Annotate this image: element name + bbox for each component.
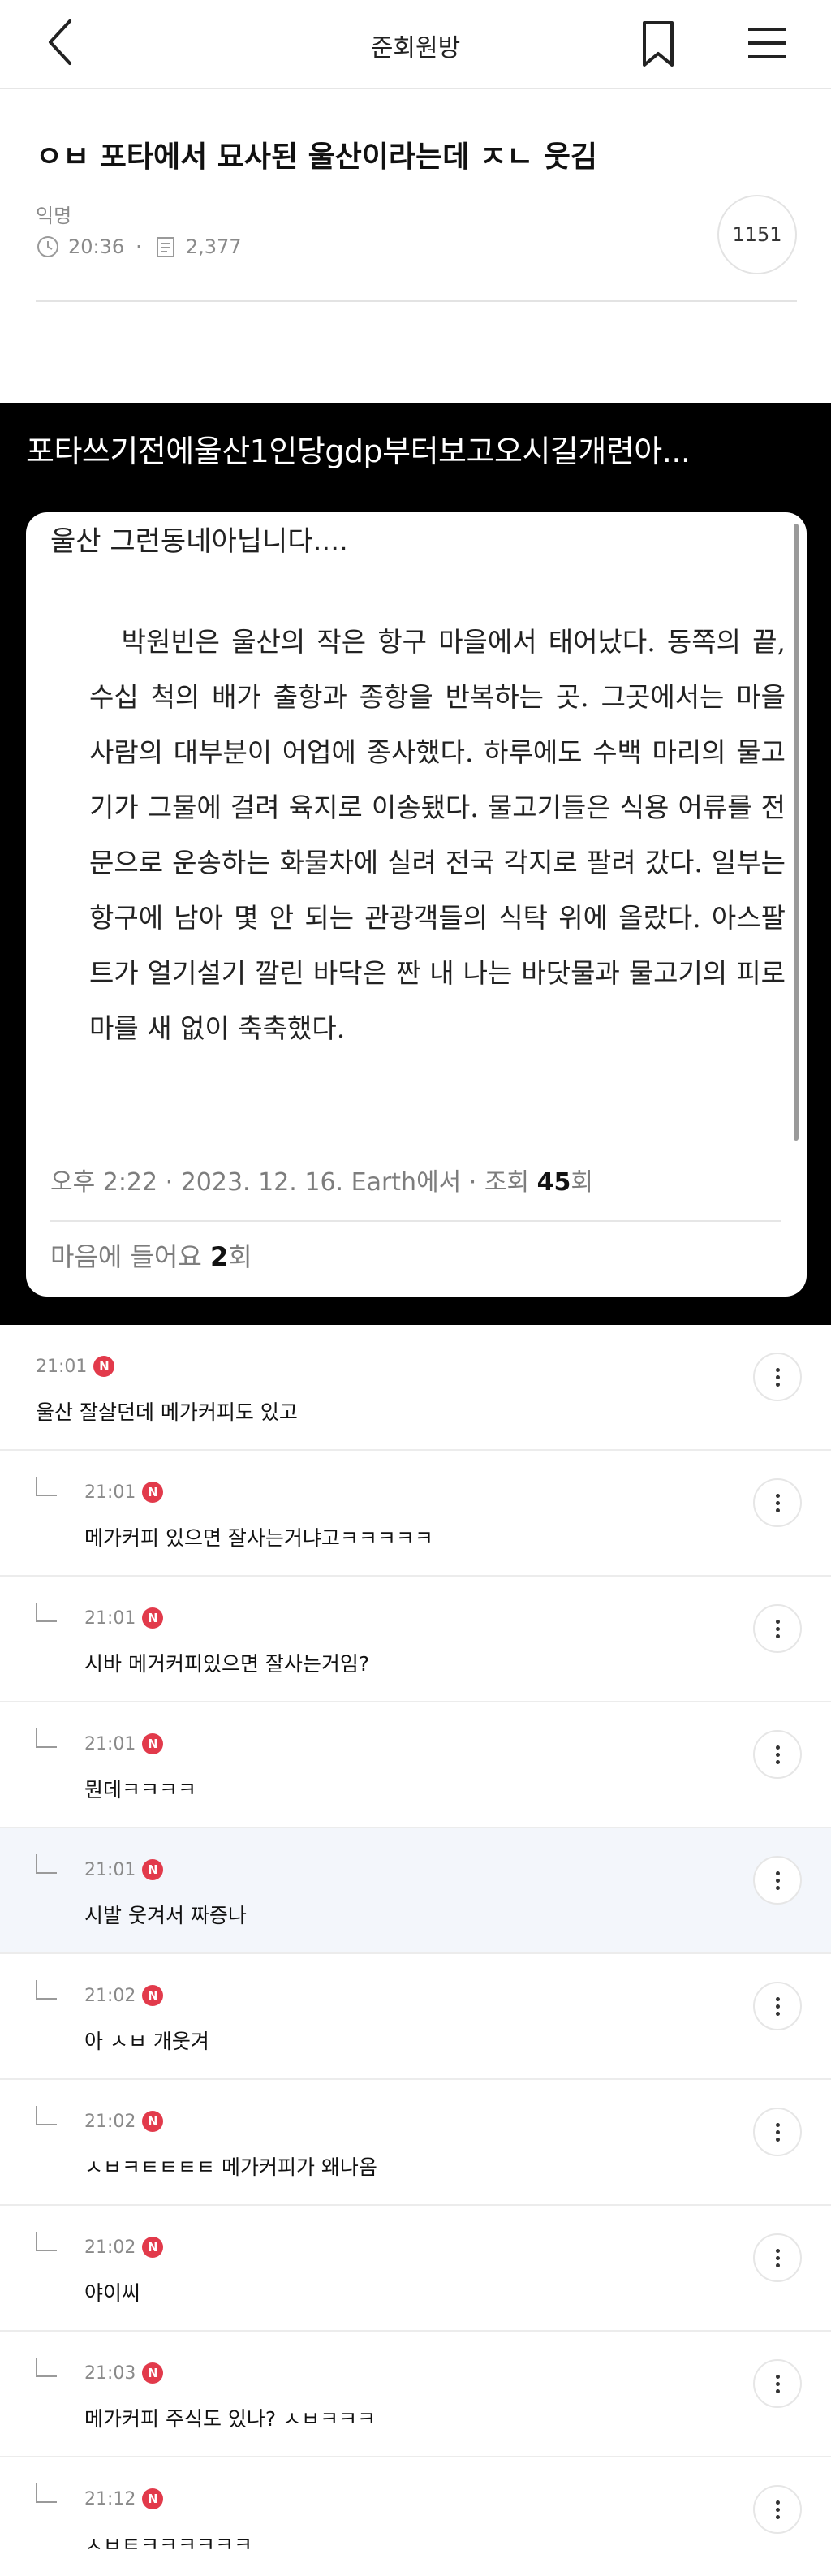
comment-text: ㅅㅂㅌㅋㅋㅋㅋㅋㅋ	[84, 2533, 253, 2557]
comment-time: 21:01 N	[84, 1733, 164, 1754]
comment-timestamp: 21:02	[84, 2237, 136, 2258]
comment-text: ㅅㅂㅋㅌㅌㅌㅌ 메가커피가 왜나옴	[84, 2155, 377, 2179]
more-options-icon[interactable]	[753, 1856, 802, 1905]
comment-count-badge[interactable]: 1151	[717, 195, 797, 274]
comment-timestamp: 21:03	[84, 2362, 136, 2384]
post-image: 포타쓰기전에울산1인당gdp부터보고오시길개련아... 울산 그런동네아닙니다.…	[0, 403, 831, 1325]
quoted-post-footer: 오후 2:22 · 2023. 12. 16. Earth에서 · 조회 45회	[50, 1162, 593, 1197]
reply-comment[interactable]: 21:03 N 메가커피 주식도 있나? ㅅㅂㅋㅋㅋ	[0, 2332, 831, 2457]
reply-arrow-icon	[36, 1603, 57, 1622]
bookmark-icon[interactable]	[638, 19, 678, 68]
new-badge: N	[142, 2488, 164, 2509]
likes-label: 마음에 들어요	[50, 1241, 210, 1272]
quoted-post-divider	[50, 1220, 781, 1222]
comment-time: 21:02 N	[84, 1985, 164, 2006]
reply-arrow-icon	[36, 1980, 57, 2000]
comment-timestamp: 21:12	[84, 2488, 136, 2509]
reply-arrow-icon	[36, 2232, 57, 2251]
reply-arrow-icon	[36, 2106, 57, 2125]
comment-time: 21:01 N	[84, 1607, 164, 1629]
new-badge: N	[142, 1607, 164, 1629]
comment-timestamp: 21:01	[84, 1733, 136, 1754]
reply-comment[interactable]: 21:02 N ㅅㅂㅋㅌㅌㅌㅌ 메가커피가 왜나옴	[0, 2080, 831, 2206]
likes-count: 2	[209, 1241, 229, 1272]
quoted-post-scrollbar	[794, 524, 799, 1141]
comment-timestamp: 21:02	[84, 2111, 136, 2132]
more-options-icon[interactable]	[753, 2359, 802, 2408]
more-options-icon[interactable]	[753, 2485, 802, 2534]
header-divider	[36, 300, 797, 302]
reply-arrow-icon	[36, 1728, 57, 1748]
reply-comment[interactable]: 21:01 N 시발 웃겨서 짜증나	[0, 1828, 831, 1954]
top-bar: 준회원방	[0, 0, 831, 89]
post-author: 익명	[36, 205, 72, 227]
quoted-post-body: 박원빈은 울산의 작은 항구 마을에서 태어났다. 동쪽의 끝, 수십 척의 배…	[89, 626, 786, 1044]
image-overlay-text: 포타쓰기전에울산1인당gdp부터보고오시길개련아...	[26, 434, 691, 469]
comment-time: 21:01 N	[84, 1482, 164, 1503]
comment-time: 21:03 N	[84, 2362, 164, 2384]
board-title: 준회원방	[370, 34, 461, 63]
more-options-icon[interactable]	[753, 1478, 802, 1527]
comment-text: 시바 메거커피있으면 잘사는거임?	[84, 1652, 370, 1676]
comment-text: 메가커피 주식도 있나? ㅅㅂㅋㅋㅋ	[84, 2407, 377, 2431]
new-badge: N	[142, 1733, 164, 1754]
quoted-post-likes: 마음에 들어요 2회	[50, 1236, 252, 1274]
comment-time: 21:12 N	[84, 2488, 164, 2509]
clock-icon	[36, 235, 60, 259]
quoted-post-card: 울산 그런동네아닙니다.... 박원빈은 울산의 작은 항구 마을에서 태어났다…	[26, 512, 807, 1297]
comment-text: 울산 잘살던데 메가커피도 있고	[36, 1400, 298, 1424]
comment-text: 뭔데ㅋㅋㅋㅋ	[84, 1778, 197, 1801]
more-options-icon[interactable]	[753, 1353, 802, 1401]
quoted-post-date: 오후 2:22 · 2023. 12. 16. Earth에서 · 조회	[50, 1168, 537, 1197]
reply-arrow-icon	[36, 1854, 57, 1874]
comment-timestamp: 21:02	[84, 1985, 136, 2006]
quoted-post-views: 45	[536, 1168, 571, 1197]
reply-comment[interactable]: 21:02 N 야이씨	[0, 2206, 831, 2332]
reply-arrow-icon	[36, 2483, 57, 2503]
comment-text: 메가커피 있으면 잘사는거냐고ㅋㅋㅋㅋㅋ	[84, 1526, 433, 1550]
new-badge: N	[142, 1482, 164, 1503]
post-title: ㅇㅂ 포타에서 묘사된 울산이라는데 ㅈㄴ 웃김	[36, 140, 597, 174]
comment-text: 시발 웃겨서 짜증나	[84, 1904, 247, 1927]
meta-separator: ·	[136, 235, 142, 258]
likes-unit: 회	[228, 1241, 252, 1272]
new-badge: N	[142, 1859, 164, 1880]
more-options-icon[interactable]	[753, 2233, 802, 2282]
new-badge: N	[142, 2111, 164, 2132]
reply-arrow-icon	[36, 2358, 57, 2377]
reply-comment[interactable]: 21:01 N 시바 메거커피있으면 잘사는거임?	[0, 1577, 831, 1702]
views-icon	[153, 235, 178, 259]
comment-time: 21:02 N	[84, 2237, 164, 2258]
more-options-icon[interactable]	[753, 2108, 802, 2156]
more-options-icon[interactable]	[753, 1604, 802, 1653]
reply-comment[interactable]: 21:01 N 메가커피 있으면 잘사는거냐고ㅋㅋㅋㅋㅋ	[0, 1451, 831, 1577]
new-badge: N	[142, 1985, 164, 2006]
new-badge: N	[142, 2237, 164, 2258]
post-views: 2,377	[185, 235, 242, 258]
post-time: 20:36	[68, 235, 125, 258]
comment-timestamp: 21:01	[84, 1482, 136, 1503]
post-meta: 20:36 · 2,377	[36, 232, 242, 261]
hamburger-menu-icon[interactable]	[745, 23, 789, 63]
comment-text: 아 ㅅㅂ 개웃겨	[84, 2030, 209, 2053]
new-badge: N	[93, 1356, 115, 1377]
reply-arrow-icon	[36, 1477, 57, 1496]
comment[interactable]: 21:01 N 울산 잘살던데 메가커피도 있고	[0, 1325, 831, 1451]
more-options-icon[interactable]	[753, 1730, 802, 1779]
comment-time: 21:01 N	[36, 1356, 115, 1377]
comment-timestamp: 21:01	[84, 1859, 136, 1880]
comment-timestamp: 21:01	[84, 1607, 136, 1629]
comment-time: 21:02 N	[84, 2111, 164, 2132]
reply-comment[interactable]: 21:01 N 뭔데ㅋㅋㅋㅋ	[0, 1702, 831, 1828]
new-badge: N	[142, 2362, 164, 2384]
more-options-icon[interactable]	[753, 1982, 802, 2030]
comment-timestamp: 21:01	[36, 1356, 88, 1377]
reply-comment[interactable]: 21:12 N ㅅㅂㅌㅋㅋㅋㅋㅋㅋ	[0, 2457, 831, 2576]
reply-comment[interactable]: 21:02 N 아 ㅅㅂ 개웃겨	[0, 1954, 831, 2080]
comment-time: 21:01 N	[84, 1859, 164, 1880]
comment-text: 야이씨	[84, 2281, 141, 2305]
comment-list: 21:01 N 울산 잘살던데 메가커피도 있고 21:01 N 메가커피 있으면 잘사는…	[0, 1325, 831, 2576]
quoted-post-views-unit: 회	[571, 1168, 593, 1197]
quoted-post-heading: 울산 그런동네아닙니다....	[50, 525, 348, 558]
